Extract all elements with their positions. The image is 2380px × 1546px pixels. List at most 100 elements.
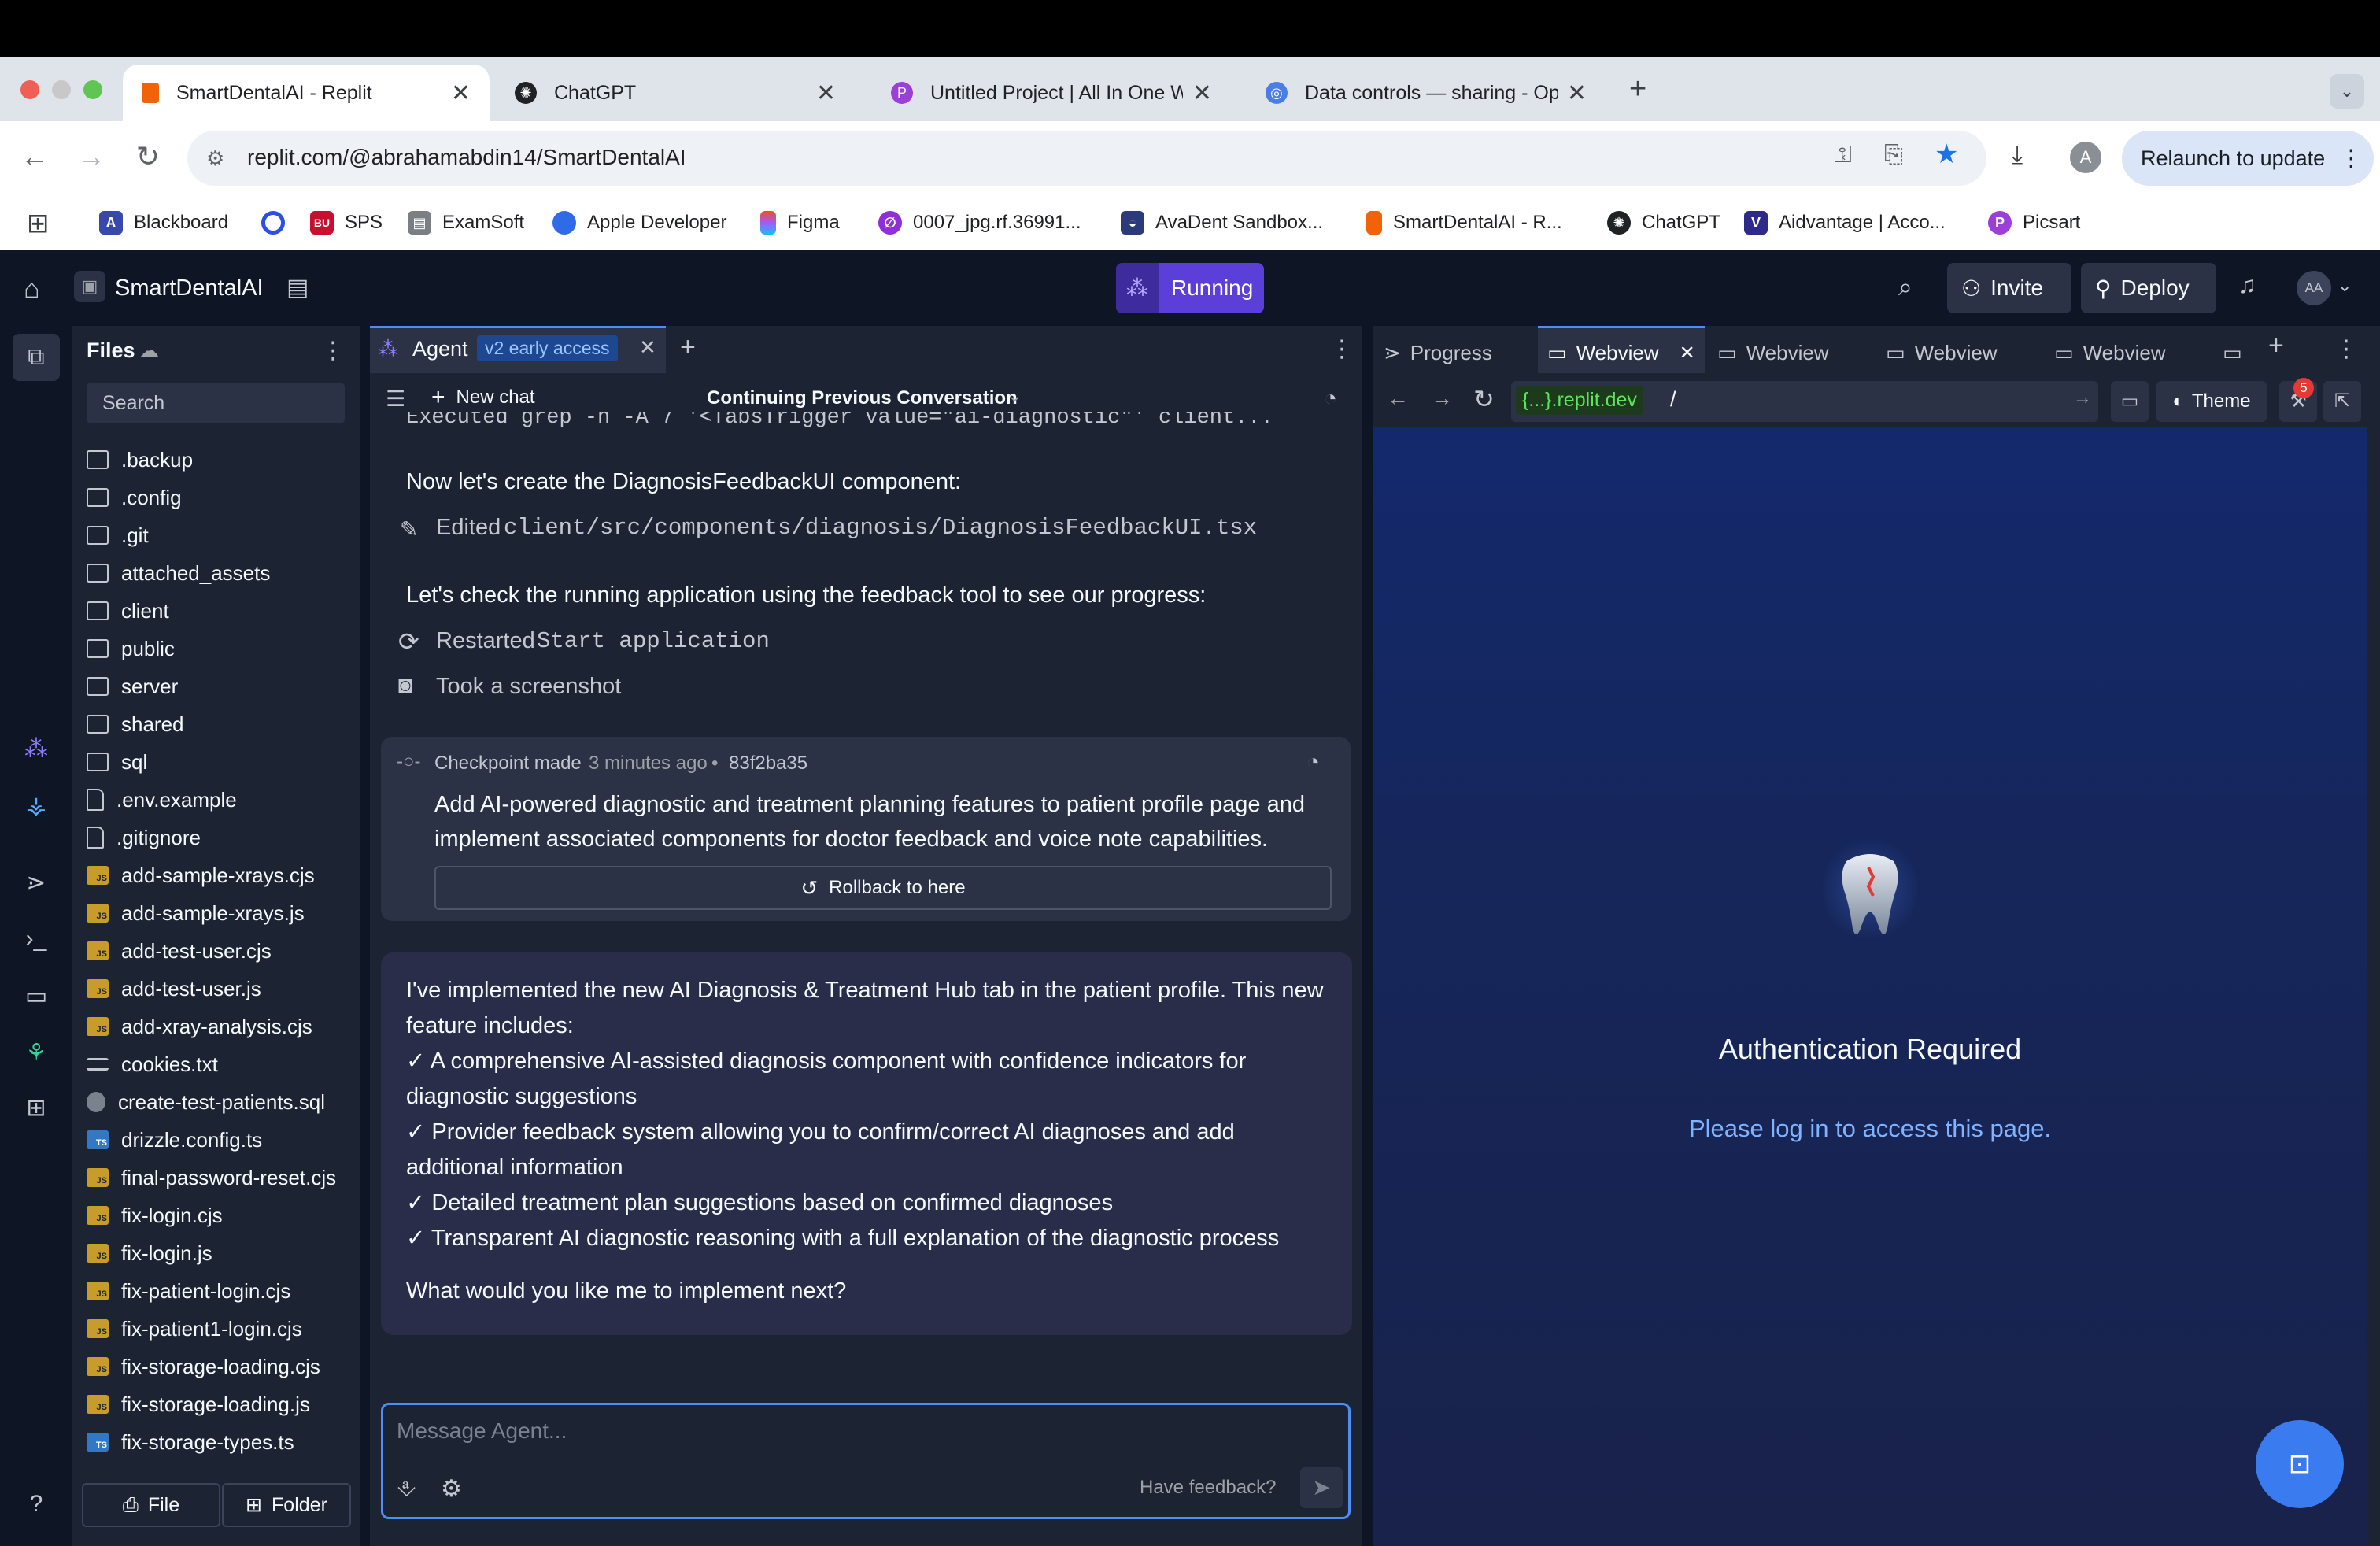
bookmark-blackboard[interactable]: A Blackboard bbox=[99, 203, 228, 242]
webview-tab[interactable]: ▭ Webview ✕ bbox=[1547, 331, 1695, 375]
files-search-input[interactable]: Search bbox=[87, 383, 345, 423]
back-icon[interactable]: ← bbox=[17, 140, 52, 173]
new-folder-button[interactable]: ⊞ Folder bbox=[222, 1483, 351, 1527]
pane-menu-icon[interactable]: ⋮ bbox=[1330, 335, 1354, 363]
webview-forward-icon[interactable]: → bbox=[1431, 386, 1453, 411]
site-info-icon[interactable]: ⚙ bbox=[206, 146, 224, 171]
bookmark-aidvantage[interactable]: V Aidvantage | Acco... bbox=[1744, 203, 1946, 242]
chevron-down-icon[interactable]: ⌄ bbox=[2338, 276, 2352, 296]
close-window-button[interactable] bbox=[20, 80, 39, 99]
file-item[interactable]: JS fix-login.js bbox=[87, 1234, 213, 1272]
file-item[interactable]: TS drizzle.config.ts bbox=[87, 1121, 262, 1159]
devices-icon[interactable]: ▭ bbox=[2111, 381, 2149, 422]
file-item[interactable]: JS fix-patient1-login.cjs bbox=[87, 1310, 302, 1348]
file-item[interactable]: create-test-patients.sql bbox=[87, 1083, 325, 1121]
close-tab-icon[interactable]: ✕ bbox=[451, 80, 471, 107]
close-tab-icon[interactable]: ✕ bbox=[639, 335, 656, 360]
user-avatar[interactable]: AA bbox=[2297, 271, 2331, 305]
speed-icon[interactable]: ◔ bbox=[1324, 386, 1337, 411]
password-key-icon[interactable]: ⚿ bbox=[1834, 142, 1852, 168]
bookmark-q[interactable] bbox=[261, 203, 296, 242]
deployments-tool-icon[interactable]: ⚘ bbox=[19, 1039, 54, 1074]
conversation-title[interactable]: Continuing Previous Conversation bbox=[707, 387, 1018, 409]
chevron-down-icon[interactable]: ⌄ bbox=[1007, 386, 1022, 406]
edited-file-path[interactable]: client/src/components/diagnosis/Diagnosi… bbox=[504, 515, 1257, 541]
folder-item[interactable]: .config bbox=[87, 479, 182, 516]
project-name[interactable]: SmartDentalAI bbox=[115, 276, 264, 301]
bookmark-smartdental[interactable]: SmartDentalAI - R... bbox=[1366, 203, 1562, 242]
url-text[interactable]: replit.com/@abrahamabdin14/SmartDentalAI bbox=[247, 145, 686, 170]
browser-tab-data-controls[interactable]: ◎ Data controls — sharing - Ope ✕ bbox=[1247, 65, 1606, 121]
open-new-window-icon[interactable]: ⇱ bbox=[2323, 381, 2361, 422]
file-item[interactable]: JS add-test-user.js bbox=[87, 970, 261, 1008]
download-icon[interactable]: ⤓ bbox=[2012, 140, 2023, 170]
install-app-icon[interactable]: ⎘ bbox=[1884, 142, 1903, 168]
browser-tab-untitled-project[interactable]: P Untitled Project | All In One W ✕ bbox=[872, 65, 1231, 121]
close-tab-icon[interactable]: ✕ bbox=[1680, 342, 1695, 364]
folder-item[interactable]: public bbox=[87, 630, 175, 668]
progress-tab[interactable]: ⋗ Progress bbox=[1384, 331, 1492, 375]
webview-tool-icon[interactable]: ▭ bbox=[19, 982, 54, 1017]
browser-tab-chatgpt[interactable]: ✺ ChatGPT ✕ bbox=[496, 65, 855, 121]
webview-reload-icon[interactable]: ↻ bbox=[1473, 384, 1495, 414]
message-placeholder[interactable]: Message Agent... bbox=[397, 1418, 567, 1444]
file-item[interactable]: cookies.txt bbox=[87, 1045, 218, 1083]
file-item[interactable]: JS add-xray-analysis.cjs bbox=[87, 1008, 312, 1045]
browser-tab-smartdental[interactable]: SmartDentalAI - Replit ✕ bbox=[123, 65, 490, 121]
minimize-window-button[interactable] bbox=[52, 80, 71, 99]
file-item[interactable]: .env.example bbox=[87, 781, 237, 819]
file-item[interactable]: JS final-password-reset.cjs bbox=[87, 1159, 336, 1196]
close-tab-icon[interactable]: ✕ bbox=[1192, 80, 1212, 107]
home-icon[interactable]: ⌂ bbox=[24, 274, 40, 305]
files-menu-icon[interactable]: ⋮ bbox=[321, 337, 345, 364]
send-button[interactable]: ➤ bbox=[1300, 1467, 1343, 1508]
new-tab-icon[interactable]: + bbox=[1629, 72, 1646, 106]
webview-back-icon[interactable]: ← bbox=[1387, 386, 1409, 411]
theme-button[interactable]: ◐ Theme bbox=[2156, 381, 2267, 422]
repl-info-icon[interactable]: ▤ bbox=[286, 274, 309, 301]
repl-avatar-icon[interactable]: ▣ bbox=[74, 271, 105, 302]
checkpoint-hash[interactable]: 83f2ba35 bbox=[729, 753, 808, 775]
screenshot-text[interactable]: Took a screenshot bbox=[436, 674, 621, 700]
profile-avatar[interactable]: A bbox=[2070, 142, 2101, 173]
apps-grid-icon[interactable]: ⊞ bbox=[27, 208, 50, 239]
notifications-bell-icon[interactable]: ♫ bbox=[2238, 272, 2256, 299]
tab-search-icon[interactable]: ⌄ bbox=[2330, 74, 2364, 109]
close-tab-icon[interactable]: ✕ bbox=[816, 80, 836, 107]
feedback-link[interactable]: Have feedback? bbox=[1140, 1477, 1276, 1499]
folder-item[interactable]: attached_assets bbox=[87, 554, 270, 592]
folder-item[interactable]: shared bbox=[87, 705, 184, 743]
file-item[interactable]: JS fix-patient-login.cjs bbox=[87, 1272, 290, 1310]
webview-tab[interactable]: ▭ Webview bbox=[1717, 331, 1829, 375]
deploy-button[interactable]: ⚲ Deploy bbox=[2081, 263, 2216, 313]
bookmark-picsart[interactable]: P Picsart bbox=[1988, 203, 2080, 242]
settings-gear-icon[interactable]: ⚙ bbox=[441, 1475, 462, 1503]
webview-domain[interactable]: {...}.replit.dev bbox=[1516, 386, 1643, 415]
zoom-window-button[interactable] bbox=[83, 80, 102, 99]
file-item[interactable]: TS fix-storage-types.ts bbox=[87, 1423, 294, 1461]
pane-menu-icon[interactable]: ⋮ bbox=[2334, 335, 2358, 363]
file-item[interactable]: JS add-sample-xrays.js bbox=[87, 894, 305, 932]
speed-icon[interactable]: ◔ bbox=[1306, 749, 1320, 775]
reload-icon[interactable]: ↻ bbox=[131, 140, 165, 173]
attach-icon[interactable]: ⎀ bbox=[397, 1475, 416, 1502]
bookmark-apple-developer[interactable]: Apple Developer bbox=[552, 203, 726, 242]
webview-tab[interactable]: ▭ Webview bbox=[2054, 331, 2166, 375]
files-tool-icon[interactable]: ⧉ bbox=[13, 334, 60, 381]
bookmark-figma[interactable]: Figma bbox=[760, 203, 840, 242]
new-chat-button[interactable]: + New chat bbox=[431, 384, 535, 411]
file-item[interactable]: JS fix-storage-loading.cjs bbox=[87, 1348, 320, 1385]
webview-path[interactable]: / bbox=[1670, 387, 1676, 412]
close-tab-icon[interactable]: ✕ bbox=[1567, 80, 1587, 107]
relaunch-button[interactable]: Relaunch to update ⋮ bbox=[2122, 131, 2374, 186]
folder-item[interactable]: server bbox=[87, 668, 178, 705]
file-item[interactable]: JS add-test-user.cjs bbox=[87, 932, 272, 970]
restarted-target[interactable]: Start application bbox=[537, 628, 770, 654]
new-tab-icon[interactable]: + bbox=[680, 332, 696, 363]
monitor-icon[interactable]: ▭ bbox=[2223, 331, 2242, 375]
invite-button[interactable]: ⚇ Invite bbox=[1947, 263, 2071, 313]
file-item[interactable]: JS fix-login.cjs bbox=[87, 1196, 223, 1234]
workflows-tool-icon[interactable]: ⋗ bbox=[19, 869, 54, 904]
forward-icon[interactable]: → bbox=[74, 140, 109, 173]
bookmark-sps[interactable]: BU SPS bbox=[310, 203, 382, 242]
